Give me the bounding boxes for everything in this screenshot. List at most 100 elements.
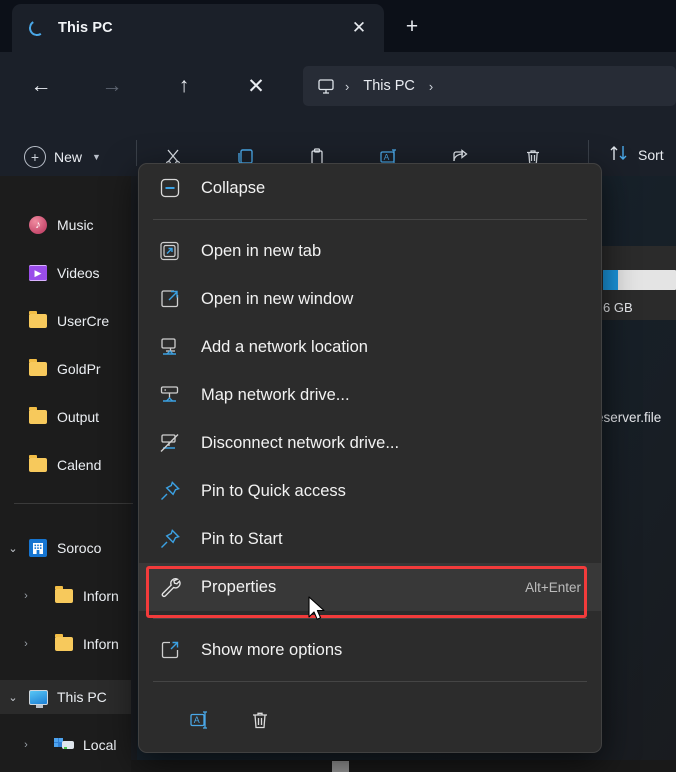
pin-icon — [139, 479, 201, 503]
sidebar-divider — [14, 503, 133, 504]
show-more-options-icon — [139, 638, 201, 662]
new-tab-button[interactable]: + — [395, 10, 429, 44]
sidebar-item-goldpr[interactable]: GoldPr — [0, 352, 131, 386]
menu-item-map-network-drive[interactable]: Map network drive... — [139, 371, 601, 419]
folder-icon — [26, 311, 50, 328]
sidebar-item-label: Inforn — [83, 588, 119, 604]
sidebar-item-label: Videos — [57, 265, 100, 281]
folder-icon — [26, 359, 50, 376]
add-network-location-icon — [139, 335, 201, 359]
this-pc-icon — [26, 689, 50, 708]
menu-item-label: Properties — [201, 577, 277, 596]
folder-icon — [52, 586, 76, 603]
chevron-down-icon: ▼ — [92, 152, 101, 162]
drive-capacity-bar — [603, 270, 676, 290]
sidebar-item-label: Music — [57, 217, 94, 233]
open-in-new-tab-icon — [139, 239, 201, 263]
drive-capacity-fill — [603, 270, 618, 290]
breadcrumb-separator-2[interactable]: › — [425, 79, 437, 94]
sidebar-item-videos[interactable]: ▶ Videos — [0, 256, 131, 290]
drive-free-space-text: 6 GB — [603, 300, 633, 315]
file-explorer-window: This PC ✕ + ← → ↑ ✕ › This PC › + New ▼ — [0, 0, 676, 772]
navigation-pane: ♪ Music ▶ Videos UserCre GoldPr Output C… — [0, 176, 133, 772]
sidebar-item-output[interactable]: Output — [0, 400, 131, 434]
sidebar-item-calend[interactable]: Calend — [0, 448, 131, 482]
collapse-chevron[interactable]: ⌄ — [0, 691, 26, 704]
wrench-icon — [139, 575, 201, 599]
address-bar[interactable]: › This PC › — [303, 66, 676, 106]
menu-item-properties[interactable]: Properties Alt+Enter — [139, 563, 601, 611]
breadcrumb-item-this-pc[interactable]: This PC — [355, 78, 423, 94]
open-in-new-window-icon — [139, 287, 201, 311]
menu-item-label: Open in new tab — [201, 241, 322, 260]
new-button-label: New — [54, 149, 83, 165]
svg-text:A: A — [384, 152, 390, 162]
sort-button[interactable]: Sort — [608, 142, 664, 167]
building-icon — [26, 539, 50, 557]
menu-item-label: Add a network location — [201, 337, 368, 356]
loading-spinner-icon — [28, 19, 46, 37]
menu-item-pin-to-quick-access[interactable]: Pin to Quick access — [139, 467, 601, 515]
plus-icon: + — [24, 146, 46, 168]
browser-tab-this-pc[interactable]: This PC ✕ — [12, 4, 384, 52]
sidebar-item-label: GoldPr — [57, 361, 101, 377]
local-disk-icon — [52, 737, 76, 753]
folder-icon — [26, 455, 50, 472]
music-icon: ♪ — [26, 216, 50, 234]
menu-separator-3 — [153, 681, 587, 682]
sidebar-item-label: Local — [83, 737, 117, 753]
menu-item-open-in-new-tab[interactable]: Open in new tab — [139, 227, 601, 275]
stop-refresh-button[interactable]: ✕ — [236, 66, 276, 106]
sidebar-item-label: Inforn — [83, 636, 119, 652]
tab-title: This PC — [58, 20, 113, 36]
sidebar-item-inform-2[interactable]: › Inforn — [0, 627, 131, 661]
horizontal-scrollbar[interactable] — [131, 760, 676, 772]
sidebar-item-label: This PC — [57, 689, 107, 705]
menu-item-show-more-options[interactable]: Show more options — [139, 626, 601, 674]
video-icon: ▶ — [26, 265, 50, 281]
menu-item-disconnect-network-drive[interactable]: Disconnect network drive... — [139, 419, 601, 467]
network-location-text: eserver.file — [596, 410, 662, 425]
menu-separator-1 — [153, 219, 587, 220]
collapse-minus-icon — [139, 177, 201, 199]
menu-item-label: Map network drive... — [201, 385, 350, 404]
menu-item-label: Open in new window — [201, 289, 354, 308]
sidebar-item-label: Calend — [57, 457, 102, 473]
menu-item-label: Collapse — [201, 178, 266, 197]
forward-button[interactable]: → — [92, 66, 132, 106]
menu-item-label: Pin to Quick access — [201, 481, 346, 500]
map-network-drive-icon — [139, 383, 201, 407]
close-icon[interactable]: ✕ — [344, 13, 374, 43]
menu-item-add-network-location[interactable]: Add a network location — [139, 323, 601, 371]
sidebar-item-usercre[interactable]: UserCre — [0, 304, 131, 338]
toolbar-divider-1 — [136, 140, 137, 166]
menu-item-pin-to-start[interactable]: Pin to Start — [139, 515, 601, 563]
pin-icon — [139, 527, 201, 551]
expand-chevron[interactable]: › — [0, 739, 52, 751]
up-button[interactable]: ↑ — [164, 66, 204, 106]
expand-chevron[interactable]: › — [0, 590, 52, 602]
back-button[interactable]: ← — [21, 66, 61, 106]
sidebar-item-label: Soroco — [57, 540, 102, 556]
breadcrumb-separator-1: › — [345, 78, 350, 94]
menu-item-label: Show more options — [201, 640, 343, 659]
new-button[interactable]: + New ▼ — [24, 140, 101, 174]
sidebar-item-music[interactable]: ♪ Music — [0, 208, 131, 242]
delete-icon[interactable] — [243, 705, 277, 735]
menu-item-shortcut: Alt+Enter — [525, 579, 581, 595]
folder-icon — [26, 407, 50, 424]
sidebar-item-this-pc[interactable]: ⌄ This PC — [0, 680, 131, 714]
mouse-cursor — [308, 596, 328, 624]
collapse-chevron[interactable]: ⌄ — [0, 542, 26, 555]
rename-icon[interactable]: A — [183, 705, 217, 735]
sidebar-item-local-disk[interactable]: › Local — [0, 728, 131, 762]
sort-label: Sort — [638, 146, 664, 163]
menu-item-label: Pin to Start — [201, 529, 283, 548]
horizontal-scrollbar-thumb[interactable] — [332, 761, 349, 772]
expand-chevron[interactable]: › — [0, 638, 52, 650]
menu-item-collapse[interactable]: Collapse — [139, 164, 601, 212]
menu-item-open-in-new-window[interactable]: Open in new window — [139, 275, 601, 323]
sidebar-item-soroco[interactable]: ⌄ Soroco — [0, 531, 131, 565]
svg-text:A: A — [194, 715, 200, 725]
sidebar-item-inform-1[interactable]: › Inforn — [0, 579, 131, 613]
